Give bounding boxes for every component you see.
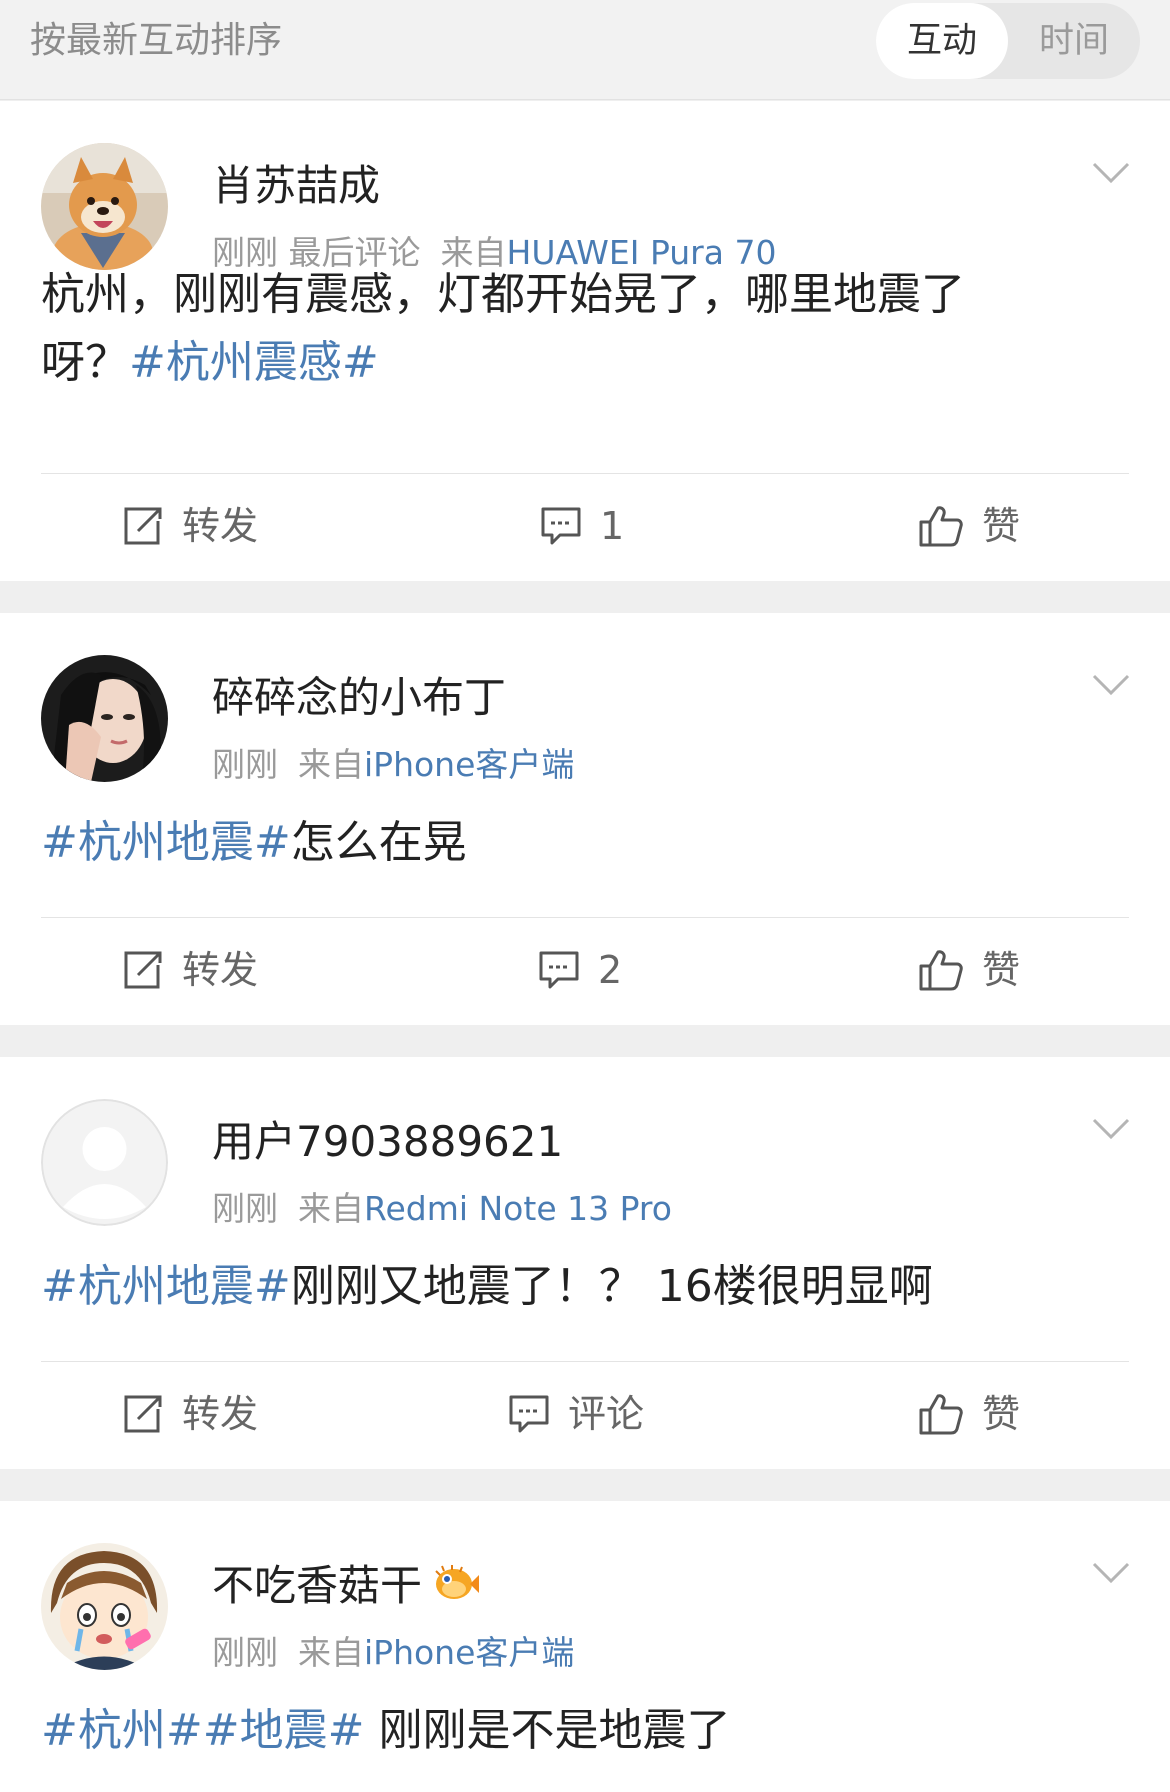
- repost-icon: [124, 1395, 162, 1433]
- shiba-dog-avatar-icon: [41, 143, 168, 270]
- post-meta: 刚刚 来自iPhone客户端: [212, 1631, 574, 1675]
- comment-count: 2: [598, 948, 623, 992]
- post-device[interactable]: iPhone客户端: [364, 1633, 574, 1672]
- post-text: 刚刚又地震了！？ 16楼很明显啊: [290, 1261, 933, 1312]
- post-content: #杭州##地震# 刚刚是不是地震了: [41, 1697, 1121, 1765]
- comment-button[interactable]: 2: [538, 946, 622, 994]
- like-button[interactable]: 赞: [918, 946, 1020, 994]
- username[interactable]: 碎碎念的小布丁: [212, 671, 506, 725]
- post-content: #杭州地震#刚刚又地震了！？ 16楼很明显啊: [41, 1253, 1121, 1321]
- comment-icon: [541, 507, 581, 545]
- sort-tab-interaction[interactable]: 互动: [876, 3, 1008, 79]
- repost-label: 转发: [182, 504, 259, 548]
- comment-button[interactable]: 评论: [508, 1390, 644, 1438]
- post-meta: 刚刚 来自Redmi Note 13 Pro: [212, 1187, 672, 1231]
- post-content: #杭州地震#怎么在晃: [41, 809, 1121, 877]
- avatar[interactable]: [41, 655, 168, 782]
- hashtag-link[interactable]: #地震#: [203, 1705, 365, 1756]
- repost-icon: [124, 507, 162, 545]
- like-label: 赞: [982, 948, 1021, 992]
- post-text: 呀？: [41, 337, 129, 388]
- comment-icon: [509, 1395, 549, 1433]
- avatar[interactable]: [41, 1099, 168, 1226]
- thumbs-up-icon: [919, 950, 963, 991]
- comment-label: 评论: [568, 1392, 645, 1436]
- default-user-avatar-icon: [41, 1099, 168, 1226]
- post-text-line: 呀？#杭州震感#: [41, 329, 1121, 397]
- divider: [41, 473, 1129, 474]
- post-source-label: 来自: [298, 745, 364, 784]
- divider: [41, 1361, 1129, 1362]
- cartoon-crying-avatar-icon: [41, 1543, 168, 1670]
- thumbs-up-icon: [919, 1394, 963, 1435]
- girl-photo-avatar-icon: [41, 655, 168, 782]
- post-card: 碎碎念的小布丁 刚刚 来自iPhone客户端 #杭州地震#怎么在晃 转发 2 赞: [0, 613, 1170, 1025]
- chevron-down-icon[interactable]: [1092, 673, 1130, 697]
- post-meta: 刚刚 来自iPhone客户端: [212, 743, 574, 787]
- username: 不吃香菇干: [212, 1559, 480, 1616]
- post-text: 怎么在晃: [290, 817, 467, 868]
- username[interactable]: 用户7903889621: [212, 1115, 563, 1169]
- post-text-line: 杭州，刚刚有震感，灯都开始晃了，哪里地震了: [41, 269, 965, 320]
- chevron-down-icon[interactable]: [1092, 1117, 1130, 1141]
- post-time: 刚刚: [212, 1189, 278, 1228]
- repost-icon: [124, 951, 162, 989]
- like-button[interactable]: 赞: [918, 502, 1020, 550]
- sort-segmented-control: 互动 时间: [876, 3, 1140, 79]
- repost-label: 转发: [182, 948, 259, 992]
- sort-tab-time[interactable]: 时间: [1008, 3, 1140, 79]
- repost-button[interactable]: 转发: [122, 502, 258, 550]
- repost-button[interactable]: 转发: [122, 1390, 258, 1438]
- repost-label: 转发: [182, 1392, 259, 1436]
- like-label: 赞: [982, 504, 1021, 548]
- like-button[interactable]: 赞: [918, 1390, 1020, 1438]
- hashtag-link[interactable]: #杭州地震#: [41, 817, 291, 868]
- repost-button[interactable]: 转发: [122, 946, 258, 994]
- avatar[interactable]: [41, 1543, 168, 1670]
- hashtag-link[interactable]: #杭州震感#: [129, 337, 379, 388]
- hashtag-link[interactable]: #杭州#: [41, 1705, 203, 1756]
- like-label: 赞: [982, 1392, 1021, 1436]
- post-content: 杭州，刚刚有震感，灯都开始晃了，哪里地震了 呀？#杭州震感#: [41, 261, 1121, 397]
- username[interactable]: 肖苏喆成: [212, 159, 380, 213]
- post-time: 刚刚: [212, 745, 278, 784]
- comment-icon: [539, 951, 579, 989]
- username-text[interactable]: 不吃香菇干: [212, 1561, 422, 1610]
- sort-bar: 按最新互动排序 互动 时间: [0, 0, 1170, 100]
- comment-button[interactable]: 1: [540, 502, 624, 550]
- post-card: 用户7903889621 刚刚 来自Redmi Note 13 Pro #杭州地震…: [0, 1057, 1170, 1469]
- post-time: 刚刚: [212, 1633, 278, 1672]
- sort-title: 按最新互动排序: [30, 20, 283, 61]
- post-source-label: 来自: [298, 1633, 364, 1672]
- chevron-down-icon[interactable]: [1092, 1561, 1130, 1585]
- pufferfish-emoji-icon: [432, 1562, 480, 1616]
- chevron-down-icon[interactable]: [1092, 161, 1130, 185]
- post-device[interactable]: iPhone客户端: [364, 745, 574, 784]
- post-card: 不吃香菇干 刚刚 来自iPhone客户端 #杭州##地震# 刚刚是不是地震了: [0, 1501, 1170, 1792]
- thumbs-up-icon: [919, 506, 963, 547]
- avatar[interactable]: [41, 143, 168, 270]
- post-card: 肖苏喆成 刚刚 最后评论 来自HUAWEI Pura 70 杭州，刚刚有震感，灯都…: [0, 101, 1170, 581]
- comment-count: 1: [600, 504, 625, 548]
- divider: [41, 917, 1129, 918]
- hashtag-link[interactable]: #杭州地震#: [41, 1261, 291, 1312]
- post-text: 刚刚是不是地震了: [364, 1705, 731, 1756]
- post-device[interactable]: Redmi Note 13 Pro: [364, 1189, 672, 1228]
- post-source-label: 来自: [298, 1189, 364, 1228]
